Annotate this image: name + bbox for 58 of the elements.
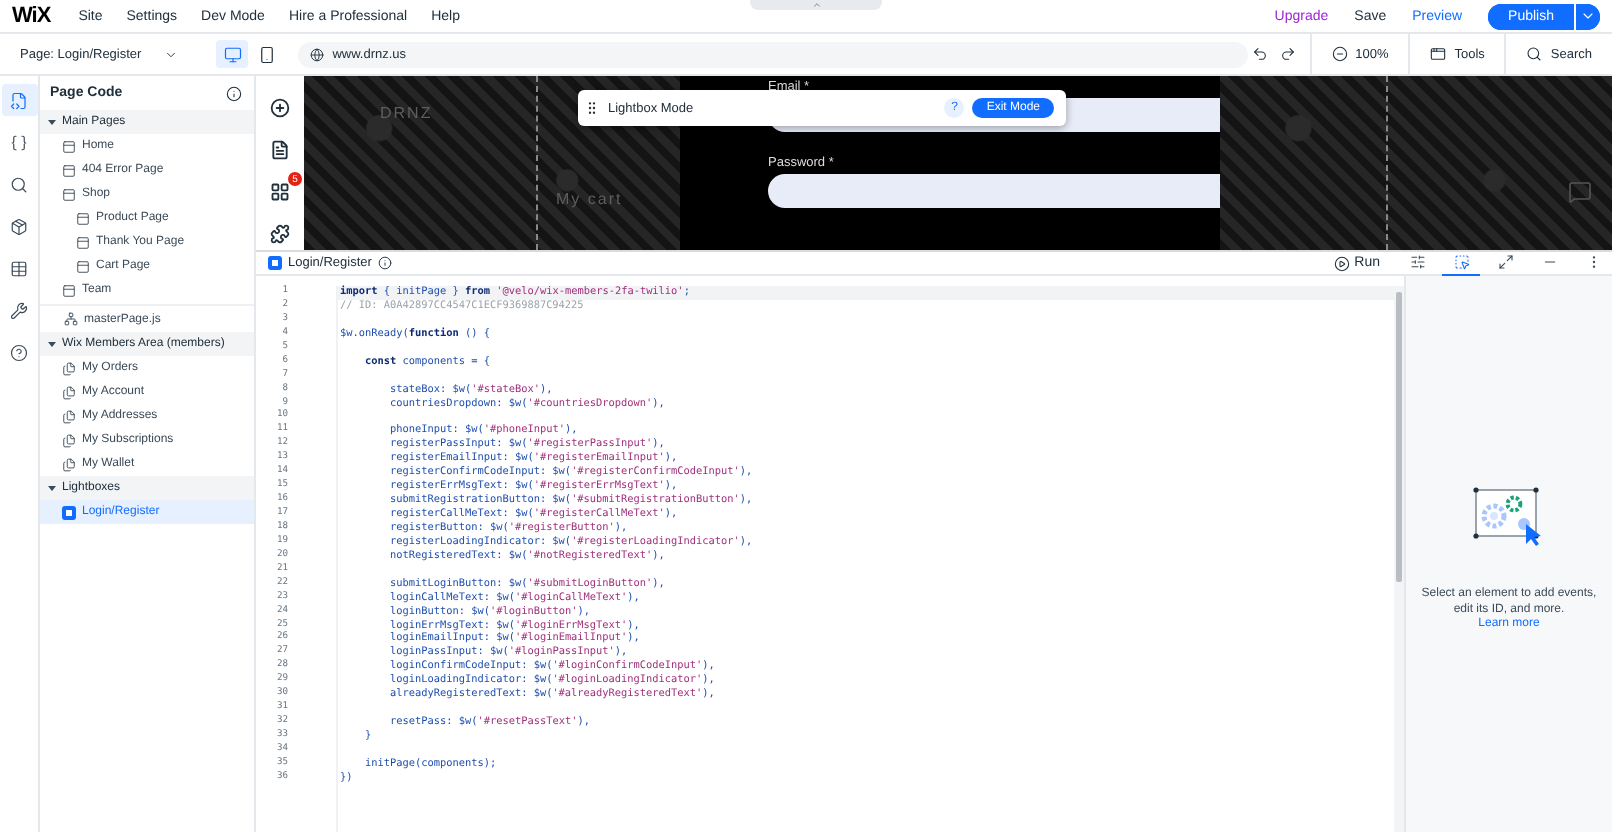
caret-icon [48, 484, 56, 492]
braces-icon [10, 133, 28, 151]
page-icon [76, 235, 90, 249]
pages-icon [62, 433, 76, 447]
package-icon [10, 217, 28, 235]
publish-menu-button[interactable] [1574, 3, 1600, 29]
puzzle-icon [270, 224, 290, 244]
mobile-icon [257, 45, 276, 63]
info-icon [377, 256, 392, 270]
wrench-icon [10, 301, 28, 319]
page-icon [62, 187, 76, 201]
pages-icon [62, 409, 76, 423]
page-icon [62, 139, 76, 153]
page-icon [76, 211, 90, 225]
window-icon [1430, 46, 1447, 62]
file-code-icon [10, 91, 28, 109]
chat-icon [1568, 180, 1592, 204]
lightbox-icon [268, 256, 282, 270]
page-icon [62, 283, 76, 297]
info-icon [226, 85, 242, 101]
drag-handle-icon [584, 100, 600, 116]
page-icon [270, 140, 290, 160]
expand-icon [1497, 254, 1513, 270]
zoom-out-icon [1331, 46, 1348, 62]
sitemap-icon [64, 312, 78, 326]
logo[interactable]: WiX [12, 4, 51, 28]
sliders-icon [1409, 254, 1425, 270]
cart-text: My cart [556, 190, 623, 208]
page-icon [76, 259, 90, 273]
device-toggle[interactable] [216, 40, 248, 68]
caret-icon [48, 340, 56, 348]
desktop-icon [223, 45, 242, 63]
play-icon [1334, 255, 1351, 271]
add-icon [270, 98, 290, 118]
undo-icon [1252, 46, 1269, 62]
site-logo: DRNZ [380, 104, 433, 122]
help-icon [10, 343, 28, 361]
pages-icon [62, 457, 76, 471]
chevron-down-icon [164, 47, 178, 61]
sidebar-tab[interactable] [1, 84, 37, 116]
redo-icon [1279, 46, 1296, 62]
tool-button[interactable] [268, 222, 292, 246]
chevron-down-icon [1580, 8, 1596, 24]
page-icon [62, 163, 76, 177]
pages-icon [62, 385, 76, 399]
globe-icon [310, 47, 325, 61]
chevron-up-icon [811, 0, 821, 10]
search-icon [10, 175, 28, 193]
tool-button[interactable] [268, 180, 292, 204]
search-icon [1526, 46, 1543, 62]
grid-icon [270, 182, 290, 202]
table-icon [10, 259, 28, 277]
caret-icon [48, 118, 56, 126]
input-field[interactable] [768, 174, 1220, 208]
pages-icon [62, 361, 76, 375]
tool-button[interactable] [268, 96, 292, 120]
lightbox-icon [62, 505, 76, 519]
tool-button[interactable] [268, 138, 292, 162]
